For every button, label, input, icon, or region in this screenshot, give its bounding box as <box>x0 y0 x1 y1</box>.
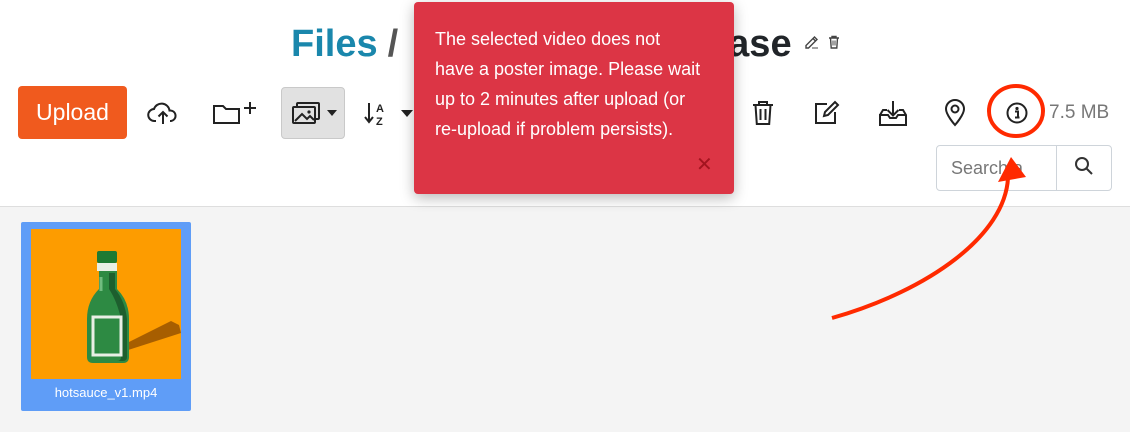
file-name: hotsauce_v1.mp4 <box>54 385 158 400</box>
cloud-upload-icon[interactable] <box>144 87 182 139</box>
download-icon[interactable] <box>876 87 910 139</box>
video-thumbnail <box>31 229 181 379</box>
toast-message: The selected video does not have a poste… <box>435 29 701 139</box>
breadcrumb-separator: / <box>387 22 399 65</box>
new-folder-icon[interactable] <box>208 87 260 139</box>
edit-icon[interactable] <box>810 87 844 139</box>
trash-icon[interactable] <box>746 87 780 139</box>
info-icon[interactable] <box>1003 87 1031 139</box>
search-input[interactable] <box>937 146 1057 190</box>
search-bar <box>936 145 1112 191</box>
svg-text:Z: Z <box>376 116 383 127</box>
folder-actions <box>804 34 842 50</box>
sort-az-icon[interactable]: AZ <box>363 87 417 139</box>
breadcrumb-root[interactable]: Files <box>291 23 378 66</box>
search-button[interactable] <box>1057 146 1111 190</box>
svg-text:A: A <box>376 103 384 115</box>
trash-icon[interactable] <box>826 34 842 50</box>
view-toggle-button[interactable] <box>281 87 345 139</box>
storage-used-label: 7.5 MB <box>1049 102 1110 123</box>
search-icon <box>1074 156 1094 181</box>
edit-icon[interactable] <box>804 34 820 50</box>
file-grid: hotsauce_v1.mp4 <box>0 206 1130 432</box>
breadcrumb-current-folder: ase <box>728 22 792 65</box>
file-tile[interactable]: hotsauce_v1.mp4 <box>21 222 191 411</box>
close-icon[interactable]: ✕ <box>696 150 713 180</box>
error-toast: The selected video does not have a poste… <box>414 2 734 194</box>
upload-button[interactable]: Upload <box>18 86 127 139</box>
location-pin-icon[interactable] <box>940 87 970 139</box>
